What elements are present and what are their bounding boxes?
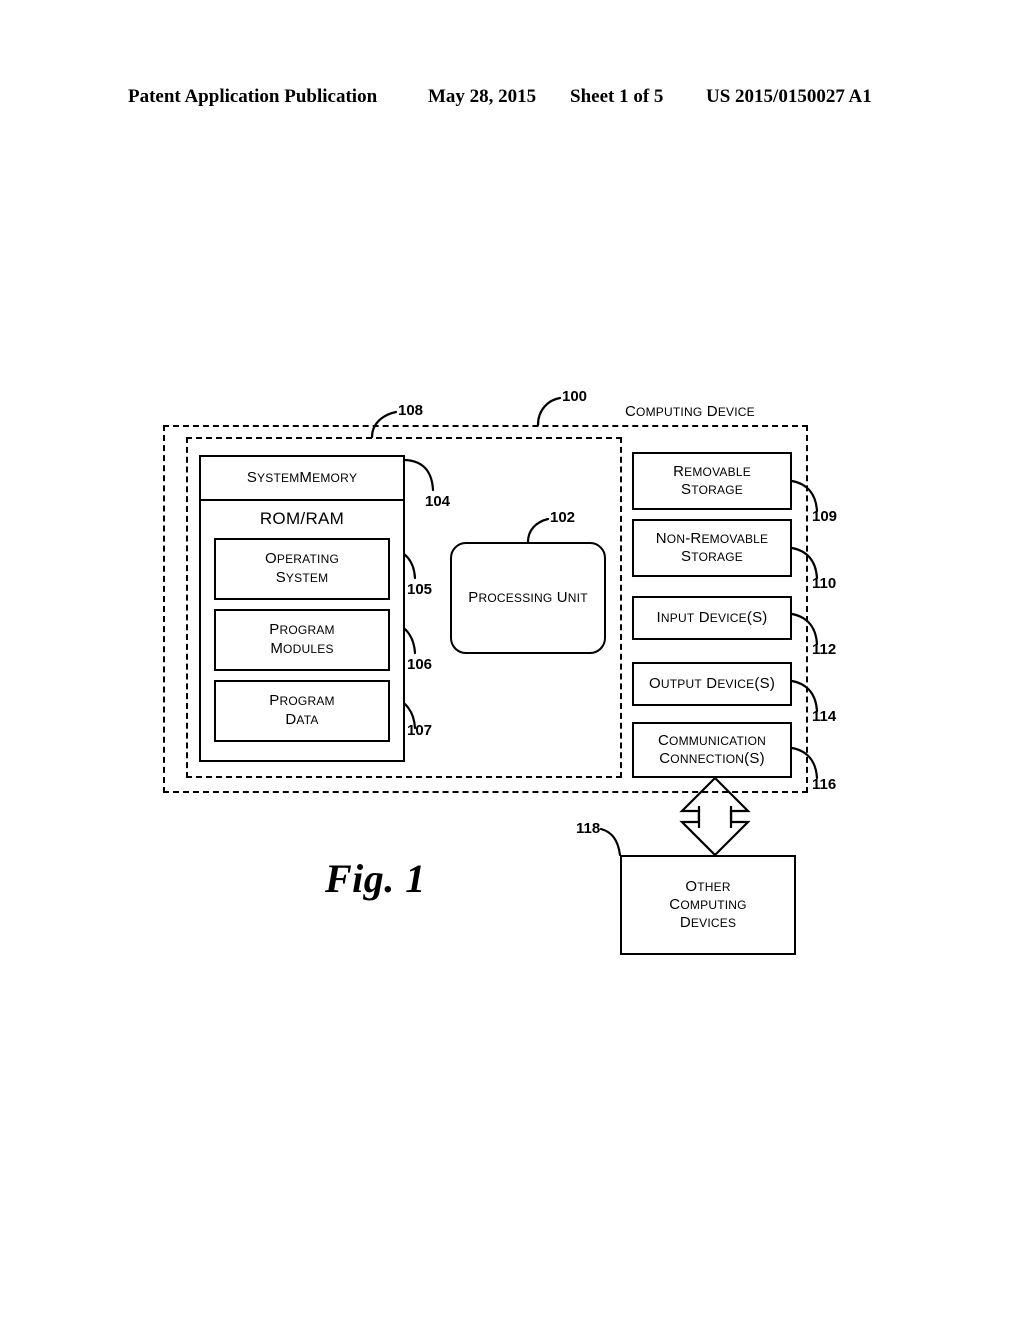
operating-system-label-line-2: SYSTEM xyxy=(275,569,329,586)
program-data-label-line-1: PROGRAM xyxy=(269,692,335,710)
ref-numeral-102: 102 xyxy=(550,509,576,526)
ref-numeral-114: 114 xyxy=(812,708,837,725)
ref-numeral-104: 104 xyxy=(425,493,451,510)
ref-numeral-105: 105 xyxy=(407,581,433,598)
system-memory-title: SYSTEM MEMORY xyxy=(201,457,403,501)
other-computing-devices-label-line-2: COMPUTING xyxy=(669,895,747,913)
communication-connections-label-line-2: CONNECTION(S) xyxy=(659,750,765,767)
non-removable-storage-label-line-1: NON-REMOVABLE xyxy=(655,529,769,547)
input-devices-box: INPUT DEVICE(S) xyxy=(632,596,792,640)
ref-numeral-109: 109 xyxy=(812,508,838,525)
communication-connections-box: COMMUNICATION CONNECTION(S) xyxy=(632,722,792,778)
figure-caption: Fig. 1 xyxy=(325,856,426,901)
ref-numeral-107: 107 xyxy=(407,722,433,739)
leader-line-118 xyxy=(599,827,622,857)
output-devices-box: OUTPUT DEVICE(S) xyxy=(632,662,792,706)
non-removable-storage-label-line-2: STORAGE xyxy=(681,548,743,565)
output-devices-label: OUTPUT DEVICE(S) xyxy=(648,674,776,692)
ref-numeral-112: 112 xyxy=(812,641,837,658)
other-computing-devices-box: OTHER COMPUTING DEVICES xyxy=(620,855,796,955)
processing-unit-box: PROCESSING UNIT xyxy=(450,542,606,654)
processing-unit-label: PROCESSING UNIT xyxy=(468,588,588,606)
removable-storage-label-line-1: REMOVABLE xyxy=(673,462,751,480)
memory-contents-list: OPERATING SYSTEM PROGRAM MODULES PROGRAM… xyxy=(201,537,403,760)
ref-numeral-106: 106 xyxy=(407,656,433,673)
operating-system-box: OPERATING SYSTEM xyxy=(214,538,390,600)
removable-storage-box: REMOVABLE STORAGE xyxy=(632,452,792,510)
non-removable-storage-box: NON-REMOVABLE STORAGE xyxy=(632,519,792,577)
figure-1-diagram: COMPUTING DEVICE SYSTEM MEMORY ROM/RAM O… xyxy=(0,0,1024,1320)
leader-line-100 xyxy=(536,396,562,427)
program-modules-box: PROGRAM MODULES xyxy=(214,609,390,671)
other-computing-devices-label-line-3: DEVICES xyxy=(679,914,737,932)
connector-arrow-shaft xyxy=(700,808,730,826)
ref-numeral-118: 118 xyxy=(576,820,601,837)
operating-system-label-line-1: OPERATING xyxy=(264,550,339,568)
input-devices-label: INPUT DEVICE(S) xyxy=(656,608,768,626)
rom-ram-label: ROM/RAM xyxy=(259,508,345,528)
program-data-box: PROGRAM DATA xyxy=(214,680,390,742)
ref-numeral-100: 100 xyxy=(562,388,588,405)
ref-numeral-108: 108 xyxy=(398,402,424,419)
removable-storage-label-line-2: STORAGE xyxy=(681,481,743,498)
computing-device-label: COMPUTING DEVICE xyxy=(625,403,755,420)
program-data-label-line-2: DATA xyxy=(285,711,319,728)
ref-numeral-116: 116 xyxy=(812,776,837,793)
system-memory-box: SYSTEM MEMORY ROM/RAM OPERATING SYSTEM P… xyxy=(199,455,405,762)
program-modules-label-line-1: PROGRAM xyxy=(269,621,335,639)
communication-connections-label-line-1: COMMUNICATION xyxy=(658,731,766,749)
other-computing-devices-label-line-1: OTHER xyxy=(685,877,731,895)
ref-numeral-110: 110 xyxy=(812,575,837,592)
program-modules-label-line-2: MODULES xyxy=(270,640,334,657)
